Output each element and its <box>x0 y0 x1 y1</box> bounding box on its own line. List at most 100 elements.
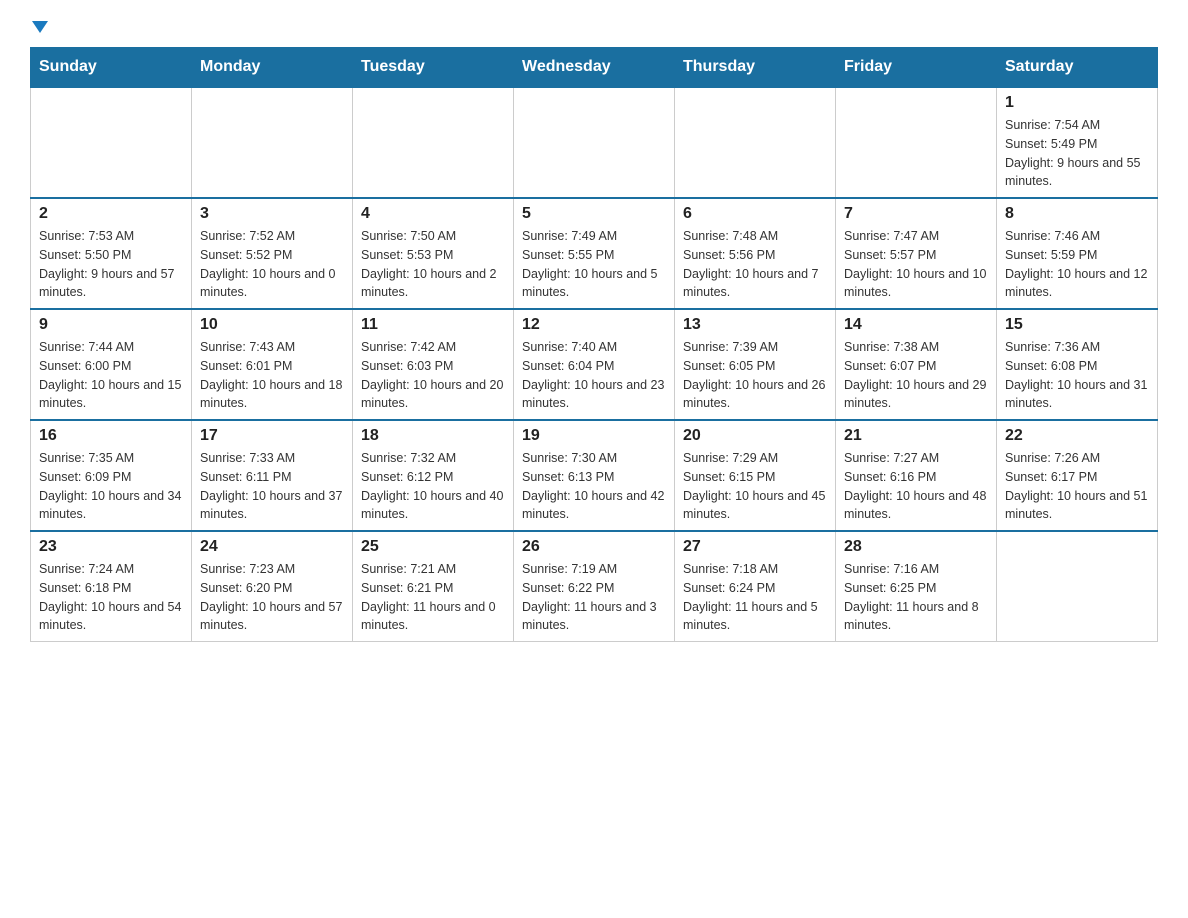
calendar-cell <box>31 87 192 198</box>
calendar-cell: 22 Sunrise: 7:26 AMSunset: 6:17 PMDayligh… <box>997 420 1158 531</box>
day-number: 9 <box>39 316 183 334</box>
calendar-cell: 10 Sunrise: 7:43 AMSunset: 6:01 PMDayligh… <box>192 309 353 420</box>
day-info: Sunrise: 7:49 AMSunset: 5:55 PMDaylight:… <box>522 227 666 302</box>
day-number: 15 <box>1005 316 1149 334</box>
calendar-cell: 25Sunrise: 7:21 AMSunset: 6:21 PMDayligh… <box>353 531 514 642</box>
calendar-cell: 14 Sunrise: 7:38 AMSunset: 6:07 PMDayligh… <box>836 309 997 420</box>
calendar-cell: 23 Sunrise: 7:24 AMSunset: 6:18 PMDayligh… <box>31 531 192 642</box>
day-number: 3 <box>200 205 344 223</box>
day-info: Sunrise: 7:39 AMSunset: 6:05 PMDaylight:… <box>683 338 827 413</box>
day-number: 17 <box>200 427 344 445</box>
calendar-cell: 3 Sunrise: 7:52 AMSunset: 5:52 PMDaylight… <box>192 198 353 309</box>
day-info: Sunrise: 7:26 AMSunset: 6:17 PMDaylight:… <box>1005 449 1149 524</box>
day-number: 14 <box>844 316 988 334</box>
day-info: Sunrise: 7:42 AMSunset: 6:03 PMDaylight:… <box>361 338 505 413</box>
calendar-cell: 20 Sunrise: 7:29 AMSunset: 6:15 PMDayligh… <box>675 420 836 531</box>
day-info: Sunrise: 7:27 AMSunset: 6:16 PMDaylight:… <box>844 449 988 524</box>
day-info: Sunrise: 7:19 AMSunset: 6:22 PMDaylight:… <box>522 560 666 635</box>
calendar-cell: 8 Sunrise: 7:46 AMSunset: 5:59 PMDaylight… <box>997 198 1158 309</box>
day-number: 7 <box>844 205 988 223</box>
day-number: 12 <box>522 316 666 334</box>
calendar-cell: 15 Sunrise: 7:36 AMSunset: 6:08 PMDayligh… <box>997 309 1158 420</box>
day-number: 16 <box>39 427 183 445</box>
day-info: Sunrise: 7:21 AMSunset: 6:21 PMDaylight:… <box>361 560 505 635</box>
calendar-cell <box>514 87 675 198</box>
calendar-cell <box>192 87 353 198</box>
day-info: Sunrise: 7:16 AMSunset: 6:25 PMDaylight:… <box>844 560 988 635</box>
column-header-friday: Friday <box>836 48 997 88</box>
calendar-cell: 16Sunrise: 7:35 AMSunset: 6:09 PMDayligh… <box>31 420 192 531</box>
week-row-1: 1 Sunrise: 7:54 AMSunset: 5:49 PMDaylight… <box>31 87 1158 198</box>
day-number: 4 <box>361 205 505 223</box>
day-number: 18 <box>361 427 505 445</box>
day-number: 11 <box>361 316 505 334</box>
calendar-cell: 7 Sunrise: 7:47 AMSunset: 5:57 PMDaylight… <box>836 198 997 309</box>
day-number: 20 <box>683 427 827 445</box>
column-header-monday: Monday <box>192 48 353 88</box>
week-row-3: 9 Sunrise: 7:44 AMSunset: 6:00 PMDaylight… <box>31 309 1158 420</box>
calendar-cell: 17 Sunrise: 7:33 AMSunset: 6:11 PMDayligh… <box>192 420 353 531</box>
day-number: 26 <box>522 538 666 556</box>
calendar-cell: 6Sunrise: 7:48 AMSunset: 5:56 PMDaylight… <box>675 198 836 309</box>
calendar-cell <box>836 87 997 198</box>
calendar-cell: 28 Sunrise: 7:16 AMSunset: 6:25 PMDayligh… <box>836 531 997 642</box>
week-row-4: 16Sunrise: 7:35 AMSunset: 6:09 PMDayligh… <box>31 420 1158 531</box>
day-info: Sunrise: 7:18 AMSunset: 6:24 PMDaylight:… <box>683 560 827 635</box>
page-header <box>30 20 1158 37</box>
day-number: 22 <box>1005 427 1149 445</box>
calendar-cell: 5 Sunrise: 7:49 AMSunset: 5:55 PMDaylight… <box>514 198 675 309</box>
calendar-cell: 12Sunrise: 7:40 AMSunset: 6:04 PMDayligh… <box>514 309 675 420</box>
column-header-thursday: Thursday <box>675 48 836 88</box>
week-row-5: 23 Sunrise: 7:24 AMSunset: 6:18 PMDayligh… <box>31 531 1158 642</box>
calendar-cell: 18 Sunrise: 7:32 AMSunset: 6:12 PMDayligh… <box>353 420 514 531</box>
day-info: Sunrise: 7:47 AMSunset: 5:57 PMDaylight:… <box>844 227 988 302</box>
column-header-wednesday: Wednesday <box>514 48 675 88</box>
day-info: Sunrise: 7:43 AMSunset: 6:01 PMDaylight:… <box>200 338 344 413</box>
day-number: 2 <box>39 205 183 223</box>
day-number: 6 <box>683 205 827 223</box>
day-info: Sunrise: 7:23 AMSunset: 6:20 PMDaylight:… <box>200 560 344 635</box>
calendar-cell: 19Sunrise: 7:30 AMSunset: 6:13 PMDayligh… <box>514 420 675 531</box>
logo-triangle-icon <box>32 21 48 33</box>
calendar-cell: 11 Sunrise: 7:42 AMSunset: 6:03 PMDayligh… <box>353 309 514 420</box>
column-header-saturday: Saturday <box>997 48 1158 88</box>
calendar-cell: 13 Sunrise: 7:39 AMSunset: 6:05 PMDayligh… <box>675 309 836 420</box>
day-info: Sunrise: 7:38 AMSunset: 6:07 PMDaylight:… <box>844 338 988 413</box>
calendar-cell: 26 Sunrise: 7:19 AMSunset: 6:22 PMDayligh… <box>514 531 675 642</box>
day-number: 10 <box>200 316 344 334</box>
day-info: Sunrise: 7:53 AMSunset: 5:50 PMDaylight:… <box>39 227 183 302</box>
day-info: Sunrise: 7:24 AMSunset: 6:18 PMDaylight:… <box>39 560 183 635</box>
day-info: Sunrise: 7:54 AMSunset: 5:49 PMDaylight:… <box>1005 116 1149 191</box>
day-number: 23 <box>39 538 183 556</box>
calendar-cell <box>997 531 1158 642</box>
day-info: Sunrise: 7:36 AMSunset: 6:08 PMDaylight:… <box>1005 338 1149 413</box>
calendar-cell <box>353 87 514 198</box>
calendar-table: SundayMondayTuesdayWednesdayThursdayFrid… <box>30 47 1158 642</box>
column-header-tuesday: Tuesday <box>353 48 514 88</box>
day-number: 5 <box>522 205 666 223</box>
calendar-cell: 4 Sunrise: 7:50 AMSunset: 5:53 PMDaylight… <box>353 198 514 309</box>
day-number: 13 <box>683 316 827 334</box>
column-header-sunday: Sunday <box>31 48 192 88</box>
day-number: 8 <box>1005 205 1149 223</box>
day-number: 28 <box>844 538 988 556</box>
day-number: 1 <box>1005 94 1149 112</box>
day-info: Sunrise: 7:29 AMSunset: 6:15 PMDaylight:… <box>683 449 827 524</box>
calendar-cell: 1 Sunrise: 7:54 AMSunset: 5:49 PMDaylight… <box>997 87 1158 198</box>
day-info: Sunrise: 7:32 AMSunset: 6:12 PMDaylight:… <box>361 449 505 524</box>
calendar-cell: 27 Sunrise: 7:18 AMSunset: 6:24 PMDayligh… <box>675 531 836 642</box>
calendar-cell <box>675 87 836 198</box>
day-info: Sunrise: 7:46 AMSunset: 5:59 PMDaylight:… <box>1005 227 1149 302</box>
day-number: 19 <box>522 427 666 445</box>
day-number: 24 <box>200 538 344 556</box>
calendar-cell: 21Sunrise: 7:27 AMSunset: 6:16 PMDayligh… <box>836 420 997 531</box>
day-number: 27 <box>683 538 827 556</box>
calendar-header-row: SundayMondayTuesdayWednesdayThursdayFrid… <box>31 48 1158 88</box>
day-info: Sunrise: 7:44 AMSunset: 6:00 PMDaylight:… <box>39 338 183 413</box>
week-row-2: 2 Sunrise: 7:53 AMSunset: 5:50 PMDaylight… <box>31 198 1158 309</box>
calendar-cell: 9 Sunrise: 7:44 AMSunset: 6:00 PMDaylight… <box>31 309 192 420</box>
calendar-cell: 2 Sunrise: 7:53 AMSunset: 5:50 PMDaylight… <box>31 198 192 309</box>
day-info: Sunrise: 7:33 AMSunset: 6:11 PMDaylight:… <box>200 449 344 524</box>
day-info: Sunrise: 7:50 AMSunset: 5:53 PMDaylight:… <box>361 227 505 302</box>
day-info: Sunrise: 7:52 AMSunset: 5:52 PMDaylight:… <box>200 227 344 302</box>
